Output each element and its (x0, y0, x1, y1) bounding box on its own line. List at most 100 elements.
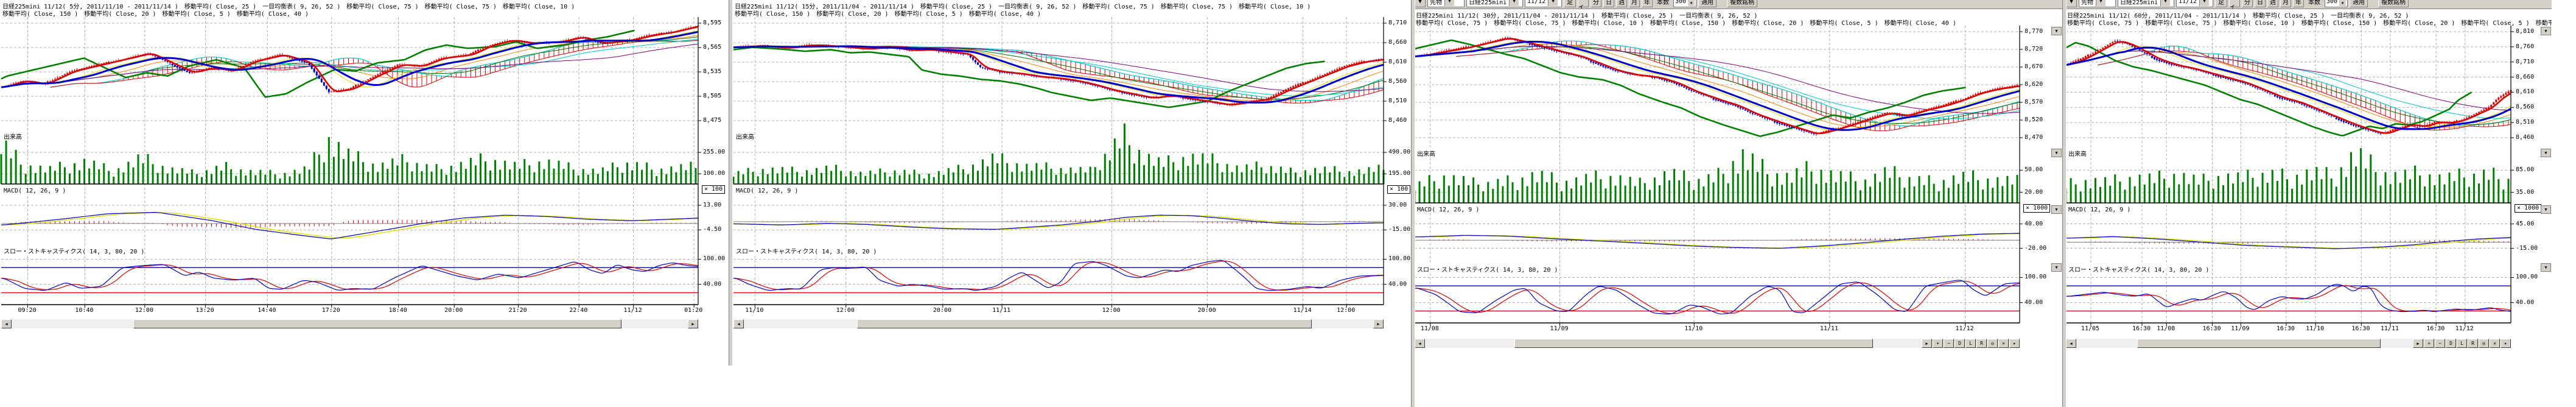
time-axis-label: 16:30 (2277, 325, 2295, 332)
scroll-left-button[interactable]: ◀ (733, 319, 744, 328)
stoch-k-line (1415, 280, 2020, 314)
window-separator (1411, 0, 1415, 407)
chart-tool-button-7[interactable]: ▸ (2501, 339, 2511, 348)
chart-tool-button-5[interactable]: ◎ (2479, 339, 2489, 348)
time-axis-label: 20:00 (1198, 307, 1216, 314)
price-axis-label: 8,565 (703, 44, 721, 51)
stoch-axis-label: 40.00 (1388, 281, 1407, 288)
volume-bars (2065, 148, 2510, 203)
scroll-right-button[interactable]: ▶ (688, 319, 698, 328)
chart-window-15min: 日経225mini 11/12( 15分, 2011/11/04 - 2011/… (732, 0, 1411, 332)
scrollbar-track[interactable] (2076, 339, 2413, 348)
stoch-pane-label: スロー・ストキャスティクス( 14, 3, 80, 20 ) (736, 246, 877, 255)
macd-axis-label: -4.50 (703, 226, 721, 233)
chart-tool-button-2[interactable]: D (1955, 339, 1965, 348)
scroll-right-button[interactable]: ▶ (2413, 339, 2423, 348)
price-axis-label: 8,470 (2025, 134, 2043, 141)
price-axis-label: 8,595 (703, 19, 721, 26)
horizontal-scrollbar[interactable]: ◀ ▶+−DLR◎✕▸ (1415, 339, 2020, 348)
price-axis-label: 8,510 (1388, 97, 1407, 104)
volume-unit-box: × 1000 (2023, 204, 2050, 213)
pane-collapse-button[interactable]: ▼ (2051, 27, 2062, 35)
price-axis-label: 8,710 (1388, 19, 1407, 26)
time-axis-label: 10:40 (75, 307, 93, 314)
chart-tool-button-1[interactable]: − (2435, 339, 2445, 348)
price-axis-label: 8,620 (2025, 81, 2043, 88)
scroll-left-button[interactable]: ◀ (2066, 339, 2076, 348)
volume-axis-label: 100.00 (703, 170, 725, 177)
horizontal-scrollbar[interactable]: ◀▶ (1, 319, 698, 328)
volume-axis-label: 195.00 (1388, 170, 1410, 177)
chart-canvas (0, 0, 729, 332)
macd-pane-label: MACD( 12, 26, 9 ) (2068, 207, 2130, 213)
time-axis-label: 21:20 (509, 307, 527, 314)
price-axis-label: 8,720 (2025, 46, 2043, 52)
scrollbar-thumb[interactable] (857, 319, 1311, 328)
time-axis-label: 11/12 (624, 307, 642, 314)
scrollbar-thumb[interactable] (133, 319, 621, 328)
scroll-left-button[interactable]: ◀ (1, 319, 12, 328)
horizontal-scrollbar[interactable]: ◀▶ (733, 319, 1384, 328)
pane-collapse-button[interactable]: ▼ (2541, 27, 2551, 35)
macd-axis-label: -15.00 (2516, 245, 2538, 252)
time-axis-label: 11/10 (745, 307, 763, 314)
chart-tool-button-6[interactable]: ✕ (2490, 339, 2500, 348)
stoch-axis-label: 40.00 (2516, 299, 2534, 306)
volume-axis-label: 35.00 (2516, 189, 2534, 196)
chart-tool-button-3[interactable]: L (1965, 339, 1976, 348)
scroll-right-button[interactable]: ▶ (1373, 319, 1384, 328)
chart-tool-button-5[interactable]: ◎ (1987, 339, 1998, 348)
scroll-right-button[interactable]: ▶ (1922, 339, 1932, 348)
horizontal-scrollbar[interactable]: ◀ ▶+−DLR◎✕▸ (2066, 339, 2511, 348)
time-axis-label: 11/11 (1820, 325, 1838, 332)
volume-bars (1414, 149, 2018, 203)
volume-axis-label: 85.00 (2516, 166, 2534, 173)
price-axis-label: 8,560 (1388, 78, 1407, 85)
scrollbar-track[interactable] (744, 319, 1373, 328)
price-axis-label: 8,475 (703, 117, 721, 124)
price-axis-label: 8,710 (2516, 58, 2534, 65)
time-axis-label: 20:00 (933, 307, 951, 314)
macd-axis-label: 30.00 (1388, 202, 1407, 208)
time-axis-label: 12:00 (836, 307, 855, 314)
chart-tool-button-0[interactable]: + (1933, 339, 1943, 348)
volume-bars (733, 124, 1385, 184)
pane-collapse-button[interactable]: ▼ (2541, 205, 2551, 214)
pane-collapse-button[interactable]: ▼ (2051, 205, 2062, 214)
time-axis-label: 16:30 (2132, 325, 2151, 332)
chart-tool-button-7[interactable]: ▸ (2009, 339, 2020, 348)
scroll-left-button[interactable]: ◀ (1415, 339, 1425, 348)
time-axis-label: 14:40 (257, 307, 276, 314)
time-axis-label: 16:30 (2426, 325, 2445, 332)
chart-tool-button-6[interactable]: ✕ (1998, 339, 2009, 348)
chart-window-60min: ▼先物▼日経225mini▼11/12▼足ティ分日週月年本数300▲▼適用複数銘… (2065, 0, 2552, 352)
scrollbar-thumb[interactable] (2137, 339, 2381, 348)
chart-tool-button-1[interactable]: − (1944, 339, 1954, 348)
time-axis-label: 17:20 (322, 307, 340, 314)
pane-collapse-button[interactable]: ▼ (2541, 263, 2551, 272)
chart-tool-button-4[interactable]: R (2468, 339, 2478, 348)
pane-collapse-button[interactable]: ▼ (2051, 263, 2062, 272)
chart-tool-button-3[interactable]: L (2457, 339, 2467, 348)
time-axis-label: 11/12 (2455, 325, 2474, 332)
chart-window-5min: 日経225mini 11/12( 5分, 2011/11/10 - 2011/1… (0, 0, 729, 332)
chart-tool-button-0[interactable]: + (2424, 339, 2434, 348)
time-axis-label: 16:30 (2351, 325, 2370, 332)
time-axis-label: 11/10 (2306, 325, 2324, 332)
price-axis-label: 8,810 (2516, 28, 2534, 35)
chart-tool-button-4[interactable]: R (1976, 339, 1987, 348)
stoch-pane-label: スロー・ストキャスティクス( 14, 3, 80, 20 ) (1417, 264, 1558, 274)
macd-pane-label: MACD( 12, 26, 9 ) (736, 188, 798, 194)
scrollbar-track[interactable] (1425, 339, 1922, 348)
pane-collapse-button[interactable]: ▼ (2541, 149, 2551, 157)
chart-tool-button-2[interactable]: D (2446, 339, 2456, 348)
pane-collapse-button[interactable]: ▼ (2051, 149, 2062, 157)
stoch-axis-label: 100.00 (2025, 274, 2046, 280)
scrollbar-thumb[interactable] (1514, 339, 1874, 348)
price-axis-label: 8,510 (2516, 119, 2534, 126)
scrollbar-track[interactable] (12, 319, 688, 328)
ichimoku-lagging-span (1, 30, 635, 97)
price-axis-label: 8,770 (2025, 28, 2043, 35)
time-axis-label: 12:00 (1337, 307, 1355, 314)
time-axis-label: 20:00 (444, 307, 463, 314)
